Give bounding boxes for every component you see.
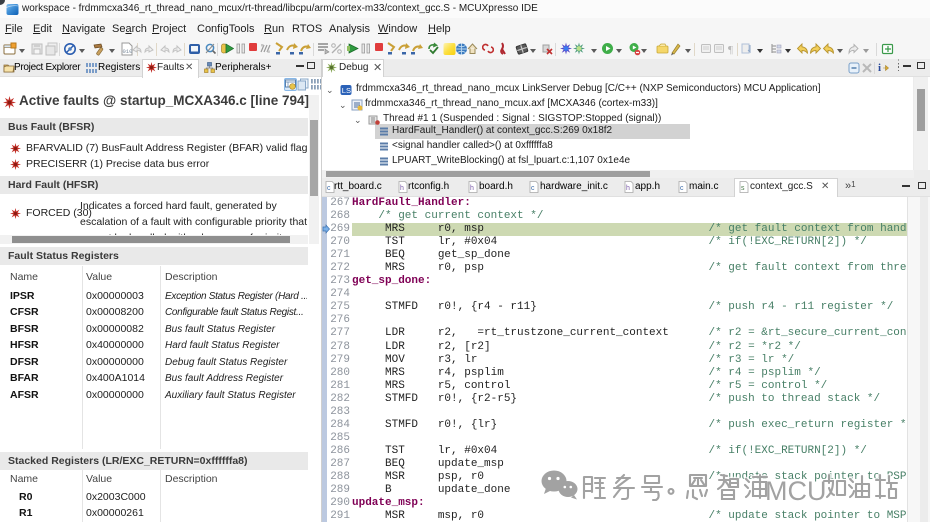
svg-text:h: h	[626, 185, 630, 192]
svg-text:MCU: MCU	[765, 476, 827, 506]
svg-text:c: c	[680, 185, 684, 192]
svg-text:c: c	[327, 185, 331, 192]
svg-text:h: h	[400, 185, 404, 192]
svg-text:¶: ¶	[728, 44, 733, 56]
svg-text:i: i	[878, 62, 881, 74]
svg-text:LS: LS	[342, 86, 351, 95]
svg-text:c: c	[531, 185, 535, 192]
svg-text:h: h	[470, 185, 474, 192]
svg-text:s: s	[741, 185, 745, 192]
